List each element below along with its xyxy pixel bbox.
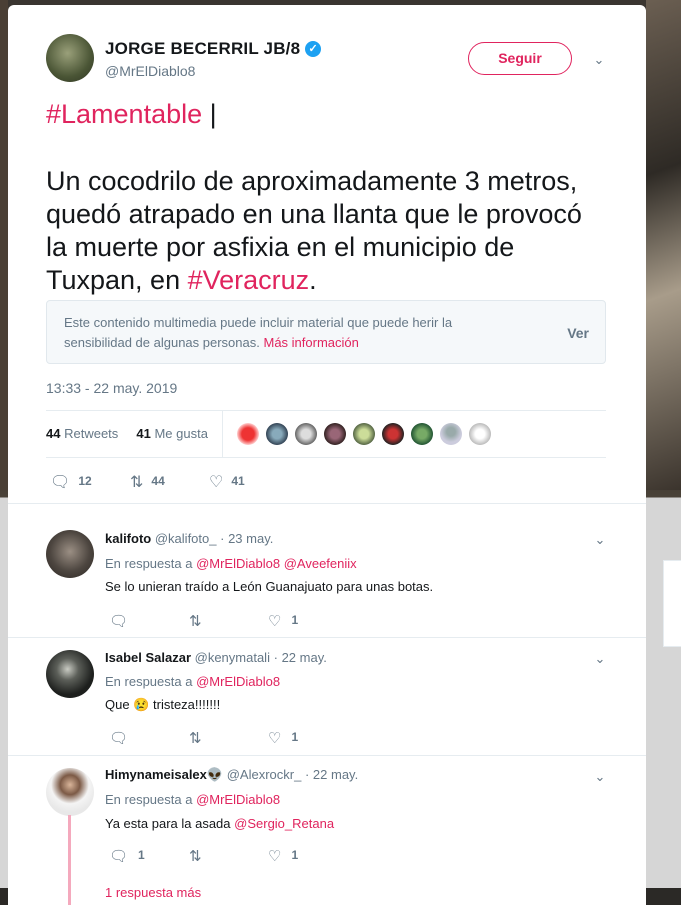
reply-icon: 🗨: [109, 613, 129, 630]
liker-avatar[interactable]: [469, 423, 491, 445]
author-handle[interactable]: @MrElDiablo8: [105, 63, 195, 79]
mention-link[interactable]: @Sergio_Retana: [234, 816, 334, 831]
liker-avatar[interactable]: [440, 423, 462, 445]
reply-author[interactable]: Isabel Salazar @kenymatali · 22 may.: [105, 650, 327, 665]
text-cursor: |: [209, 99, 217, 129]
divider: [8, 637, 646, 638]
tweet-body-line: quedó atrapado en una llanta que le prov…: [46, 199, 582, 229]
mention-link[interactable]: @MrElDiablo8: [196, 556, 280, 571]
in-reply-to: En respuesta a @MrElDiablo8 @Aveefeniix: [105, 556, 357, 571]
reply-icon: 🗨: [109, 730, 129, 747]
reply-author[interactable]: kalifoto @kalifoto_ · 23 may.: [105, 531, 273, 546]
sensitive-warning-text: Este contenido multimedia puede incluir …: [64, 315, 453, 350]
reply-action[interactable]: 🗨: [109, 612, 138, 630]
reply-action[interactable]: 🗨: [109, 729, 138, 747]
reply-action[interactable]: 🗨 12: [50, 472, 92, 492]
reply-avatar[interactable]: [46, 530, 94, 578]
liker-avatar[interactable]: [382, 423, 404, 445]
backdrop-photo-right: [646, 0, 681, 490]
hashtag-link[interactable]: #Lamentable: [46, 99, 202, 129]
show-more-replies-link[interactable]: 1 respuesta más: [105, 885, 201, 900]
in-reply-to: En respuesta a @MrElDiablo8: [105, 792, 281, 807]
hashtag-link[interactable]: #Veracruz: [188, 265, 310, 295]
like-action[interactable]: ♡ 1: [268, 729, 298, 747]
reply-text: Que 😢 tristeza!!!!!!!: [105, 697, 221, 712]
liker-avatar[interactable]: [353, 423, 375, 445]
tweet-body: Un cocodrilo de aproximadamente 3 metros…: [46, 165, 616, 297]
view-media-button[interactable]: Ver: [567, 325, 589, 341]
in-reply-to: En respuesta a @MrElDiablo8: [105, 674, 281, 689]
reply-icon: 🗨: [50, 474, 71, 491]
heart-icon: ♡: [268, 613, 282, 630]
divider: [222, 411, 223, 458]
tweet-hashtag-line: #Lamentable |: [46, 98, 616, 131]
verified-badge-icon: ✓: [305, 41, 322, 57]
author-avatar[interactable]: [46, 34, 94, 82]
reply-text: Se lo unieran traído a León Guanajuato p…: [105, 579, 434, 594]
divider: [46, 457, 606, 458]
tweet-stats: 44 Retweets 41 Me gusta: [46, 426, 208, 441]
divider: [8, 755, 646, 756]
likes-stat[interactable]: 41 Me gusta: [136, 426, 208, 441]
tweet-body-line: Un cocodrilo de aproximadamente 3 metros…: [46, 166, 578, 196]
crying-emoji: 😢: [133, 697, 150, 712]
retweet-action[interactable]: ⇅: [189, 729, 212, 747]
reply-avatar[interactable]: [46, 768, 94, 816]
like-action[interactable]: ♡ 1: [268, 612, 298, 630]
backdrop-photo-left: [0, 0, 8, 490]
alien-emoji: 👽: [206, 767, 224, 782]
reply-date[interactable]: 22 may.: [313, 767, 358, 782]
chevron-down-icon[interactable]: ⌄: [593, 770, 607, 784]
section-separator: [8, 493, 646, 504]
heart-icon: ♡: [209, 474, 224, 491]
retweet-action[interactable]: ⇅: [189, 847, 212, 865]
more-info-link[interactable]: Más información: [263, 335, 358, 350]
mention-link[interactable]: @MrElDiablo8: [196, 674, 280, 689]
liker-avatar[interactable]: [266, 423, 288, 445]
mention-link[interactable]: @Aveefeniix: [284, 556, 357, 571]
retweet-icon: ⇅: [189, 848, 202, 865]
retweet-action[interactable]: ⇅ 44: [130, 472, 165, 492]
retweet-action[interactable]: ⇅: [189, 612, 212, 630]
liker-avatar[interactable]: [411, 423, 433, 445]
retweet-icon: ⇅: [130, 474, 144, 491]
divider: [46, 410, 606, 411]
follow-button[interactable]: Seguir: [468, 42, 572, 75]
tweet-timestamp[interactable]: 13:33 - 22 may. 2019: [46, 380, 177, 396]
chevron-down-icon[interactable]: ⌄: [592, 53, 606, 67]
liker-avatar[interactable]: [324, 423, 346, 445]
heart-icon: ♡: [268, 730, 282, 747]
liker-avatar[interactable]: [295, 423, 317, 445]
mention-link[interactable]: @MrElDiablo8: [196, 792, 280, 807]
liker-avatar[interactable]: [237, 423, 259, 445]
reply-date[interactable]: 22 may.: [282, 650, 327, 665]
heart-icon: ♡: [268, 848, 282, 865]
chevron-down-icon[interactable]: ⌄: [593, 533, 607, 547]
sensitive-media-warning: Este contenido multimedia puede incluir …: [46, 300, 606, 364]
thread-connector-line: [68, 815, 71, 905]
reply-avatar[interactable]: [46, 650, 94, 698]
tweet-body-line: Tuxpan, en #Veracruz.: [46, 265, 317, 295]
chevron-down-icon[interactable]: ⌄: [593, 652, 607, 666]
tweet-modal: JORGE BECERRIL JB/8 ✓ @MrElDiablo8 Seguir…: [8, 5, 646, 905]
tweet-body-line: la muerte por asfixia en el municipio de: [46, 232, 515, 262]
reply-action[interactable]: 🗨 1: [109, 847, 145, 865]
reply-icon: 🗨: [109, 848, 129, 865]
like-action[interactable]: ♡ 41: [209, 472, 245, 492]
author-name[interactable]: JORGE BECERRIL JB/8 ✓: [105, 39, 322, 59]
like-action[interactable]: ♡ 1: [268, 847, 298, 865]
reply-text: Ya esta para la asada @Sergio_Retana: [105, 816, 335, 831]
retweet-icon: ⇅: [189, 730, 202, 747]
retweets-stat[interactable]: 44 Retweets: [46, 426, 118, 441]
reply-date[interactable]: 23 may.: [228, 531, 273, 546]
reply-author[interactable]: Himynameisalex👽 @Alexrockr_ · 22 may.: [105, 767, 358, 783]
retweet-icon: ⇅: [189, 613, 202, 630]
backdrop-panel: [663, 560, 681, 647]
